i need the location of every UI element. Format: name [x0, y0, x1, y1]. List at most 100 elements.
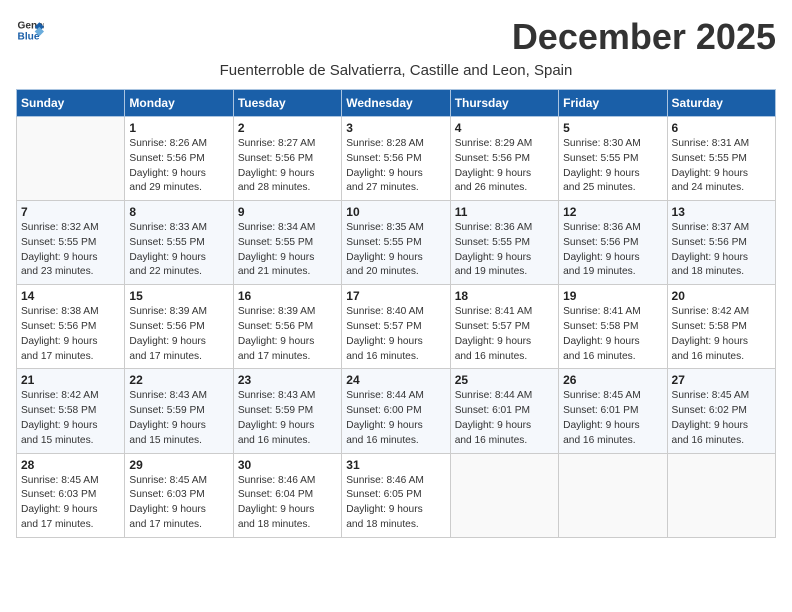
calendar-cell — [17, 117, 125, 201]
calendar-week-row: 14 Sunrise: 8:38 AM Sunset: 5:56 PM Dayli… — [17, 285, 776, 369]
day-number: 23 — [238, 373, 337, 387]
calendar-cell — [667, 453, 775, 537]
calendar-body: 1Sunrise: 8:26 AM Sunset: 5:56 PM Daylig… — [17, 117, 776, 538]
day-number: 6 — [672, 121, 771, 135]
day-number: 17 — [346, 289, 445, 303]
calendar-cell: 10Sunrise: 8:35 AM Sunset: 5:55 PM Dayli… — [342, 201, 450, 285]
calendar-cell: 22 Sunrise: 8:43 AM Sunset: 5:59 PM Dayli… — [125, 369, 233, 453]
calendar-cell: 5 Sunrise: 8:30 AM Sunset: 5:55 PM Daylig… — [559, 117, 667, 201]
day-number: 9 — [238, 205, 337, 219]
calendar-cell: 19 Sunrise: 8:41 AM Sunset: 5:58 PM Dayli… — [559, 285, 667, 369]
day-info: Sunrise: 8:34 AM Sunset: 5:55 PM Dayligh… — [238, 221, 337, 280]
weekday-header-thursday: Thursday — [450, 90, 558, 117]
calendar-cell: 1Sunrise: 8:26 AM Sunset: 5:56 PM Daylig… — [125, 117, 233, 201]
day-number: 22 — [129, 373, 228, 387]
calendar-cell: 12 Sunrise: 8:36 AM Sunset: 5:56 PM Dayli… — [559, 201, 667, 285]
day-info: Sunrise: 8:46 AM Sunset: 6:05 PM Dayligh… — [346, 474, 445, 533]
day-info: Sunrise: 8:45 AM Sunset: 6:03 PM Dayligh… — [129, 474, 228, 533]
day-info: Sunrise: 8:45 AM Sunset: 6:03 PM Dayligh… — [21, 474, 120, 533]
day-info: Sunrise: 8:27 AM Sunset: 5:56 PM Dayligh… — [238, 137, 337, 196]
calendar-cell: 23 Sunrise: 8:43 AM Sunset: 5:59 PM Dayli… — [233, 369, 341, 453]
calendar-week-row: 1Sunrise: 8:26 AM Sunset: 5:56 PM Daylig… — [17, 117, 776, 201]
day-number: 27 — [672, 373, 771, 387]
calendar-cell: 4Sunrise: 8:29 AM Sunset: 5:56 PM Daylig… — [450, 117, 558, 201]
day-number: 2 — [238, 121, 337, 135]
day-info: Sunrise: 8:44 AM Sunset: 6:01 PM Dayligh… — [455, 389, 554, 448]
day-info: Sunrise: 8:43 AM Sunset: 5:59 PM Dayligh… — [238, 389, 337, 448]
day-info: Sunrise: 8:41 AM Sunset: 5:57 PM Dayligh… — [455, 305, 554, 364]
day-number: 29 — [129, 458, 228, 472]
calendar-header-row: SundayMondayTuesdayWednesdayThursdayFrid… — [17, 90, 776, 117]
weekday-header-monday: Monday — [125, 90, 233, 117]
calendar-cell: 13Sunrise: 8:37 AM Sunset: 5:56 PM Dayli… — [667, 201, 775, 285]
calendar-cell: 21 Sunrise: 8:42 AM Sunset: 5:58 PM Dayli… — [17, 369, 125, 453]
calendar-cell: 29 Sunrise: 8:45 AM Sunset: 6:03 PM Dayli… — [125, 453, 233, 537]
day-info: Sunrise: 8:42 AM Sunset: 5:58 PM Dayligh… — [21, 389, 120, 448]
top-row: General Blue December 2025 — [16, 16, 776, 60]
calendar-cell: 27 Sunrise: 8:45 AM Sunset: 6:02 PM Dayli… — [667, 369, 775, 453]
day-info: Sunrise: 8:39 AM Sunset: 5:56 PM Dayligh… — [238, 305, 337, 364]
day-info: Sunrise: 8:29 AM Sunset: 5:56 PM Dayligh… — [455, 137, 554, 196]
day-info: Sunrise: 8:33 AM Sunset: 5:55 PM Dayligh… — [129, 221, 228, 280]
day-number: 5 — [563, 121, 662, 135]
calendar-cell: 14 Sunrise: 8:38 AM Sunset: 5:56 PM Dayli… — [17, 285, 125, 369]
calendar-cell: 17 Sunrise: 8:40 AM Sunset: 5:57 PM Dayli… — [342, 285, 450, 369]
weekday-header-wednesday: Wednesday — [342, 90, 450, 117]
day-info: Sunrise: 8:31 AM Sunset: 5:55 PM Dayligh… — [672, 137, 771, 196]
calendar-cell — [559, 453, 667, 537]
day-info: Sunrise: 8:46 AM Sunset: 6:04 PM Dayligh… — [238, 474, 337, 533]
day-number: 28 — [21, 458, 120, 472]
weekday-header-sunday: Sunday — [17, 90, 125, 117]
day-number: 25 — [455, 373, 554, 387]
calendar-table: SundayMondayTuesdayWednesdayThursdayFrid… — [16, 89, 776, 538]
calendar-cell: 28 Sunrise: 8:45 AM Sunset: 6:03 PM Dayli… — [17, 453, 125, 537]
day-info: Sunrise: 8:42 AM Sunset: 5:58 PM Dayligh… — [672, 305, 771, 364]
location-subtitle: Fuenterroble de Salvatierra, Castille an… — [16, 62, 776, 79]
day-info: Sunrise: 8:39 AM Sunset: 5:56 PM Dayligh… — [129, 305, 228, 364]
day-number: 18 — [455, 289, 554, 303]
day-info: Sunrise: 8:38 AM Sunset: 5:56 PM Dayligh… — [21, 305, 120, 364]
day-number: 21 — [21, 373, 120, 387]
calendar-cell: 6 Sunrise: 8:31 AM Sunset: 5:55 PM Daylig… — [667, 117, 775, 201]
day-number: 1 — [129, 121, 228, 135]
general-blue-logo-icon: General Blue — [16, 16, 44, 44]
calendar-cell: 15 Sunrise: 8:39 AM Sunset: 5:56 PM Dayli… — [125, 285, 233, 369]
day-info: Sunrise: 8:36 AM Sunset: 5:56 PM Dayligh… — [563, 221, 662, 280]
month-title: December 2025 — [512, 16, 776, 58]
day-info: Sunrise: 8:44 AM Sunset: 6:00 PM Dayligh… — [346, 389, 445, 448]
calendar-cell: 11 Sunrise: 8:36 AM Sunset: 5:55 PM Dayli… — [450, 201, 558, 285]
logo: General Blue — [16, 16, 46, 44]
day-info: Sunrise: 8:30 AM Sunset: 5:55 PM Dayligh… — [563, 137, 662, 196]
day-number: 30 — [238, 458, 337, 472]
day-number: 16 — [238, 289, 337, 303]
day-info: Sunrise: 8:35 AM Sunset: 5:55 PM Dayligh… — [346, 221, 445, 280]
calendar-cell: 30 Sunrise: 8:46 AM Sunset: 6:04 PM Dayli… — [233, 453, 341, 537]
day-number: 3 — [346, 121, 445, 135]
day-info: Sunrise: 8:43 AM Sunset: 5:59 PM Dayligh… — [129, 389, 228, 448]
calendar-cell: 26Sunrise: 8:45 AM Sunset: 6:01 PM Dayli… — [559, 369, 667, 453]
calendar-cell: 16 Sunrise: 8:39 AM Sunset: 5:56 PM Dayli… — [233, 285, 341, 369]
calendar-week-row: 7Sunrise: 8:32 AM Sunset: 5:55 PM Daylig… — [17, 201, 776, 285]
calendar-cell: 31Sunrise: 8:46 AM Sunset: 6:05 PM Dayli… — [342, 453, 450, 537]
calendar-week-row: 21 Sunrise: 8:42 AM Sunset: 5:58 PM Dayli… — [17, 369, 776, 453]
day-info: Sunrise: 8:40 AM Sunset: 5:57 PM Dayligh… — [346, 305, 445, 364]
day-info: Sunrise: 8:45 AM Sunset: 6:02 PM Dayligh… — [672, 389, 771, 448]
day-number: 14 — [21, 289, 120, 303]
calendar-week-row: 28 Sunrise: 8:45 AM Sunset: 6:03 PM Dayli… — [17, 453, 776, 537]
day-info: Sunrise: 8:32 AM Sunset: 5:55 PM Dayligh… — [21, 221, 120, 280]
calendar-cell: 3Sunrise: 8:28 AM Sunset: 5:56 PM Daylig… — [342, 117, 450, 201]
calendar-cell: 25 Sunrise: 8:44 AM Sunset: 6:01 PM Dayli… — [450, 369, 558, 453]
day-number: 12 — [563, 205, 662, 219]
day-number: 15 — [129, 289, 228, 303]
weekday-header-friday: Friday — [559, 90, 667, 117]
day-info: Sunrise: 8:36 AM Sunset: 5:55 PM Dayligh… — [455, 221, 554, 280]
day-number: 8 — [129, 205, 228, 219]
weekday-header-tuesday: Tuesday — [233, 90, 341, 117]
day-number: 19 — [563, 289, 662, 303]
calendar-cell: 2 Sunrise: 8:27 AM Sunset: 5:56 PM Daylig… — [233, 117, 341, 201]
day-info: Sunrise: 8:41 AM Sunset: 5:58 PM Dayligh… — [563, 305, 662, 364]
calendar-cell — [450, 453, 558, 537]
day-number: 11 — [455, 205, 554, 219]
calendar-cell: 7Sunrise: 8:32 AM Sunset: 5:55 PM Daylig… — [17, 201, 125, 285]
day-info: Sunrise: 8:37 AM Sunset: 5:56 PM Dayligh… — [672, 221, 771, 280]
